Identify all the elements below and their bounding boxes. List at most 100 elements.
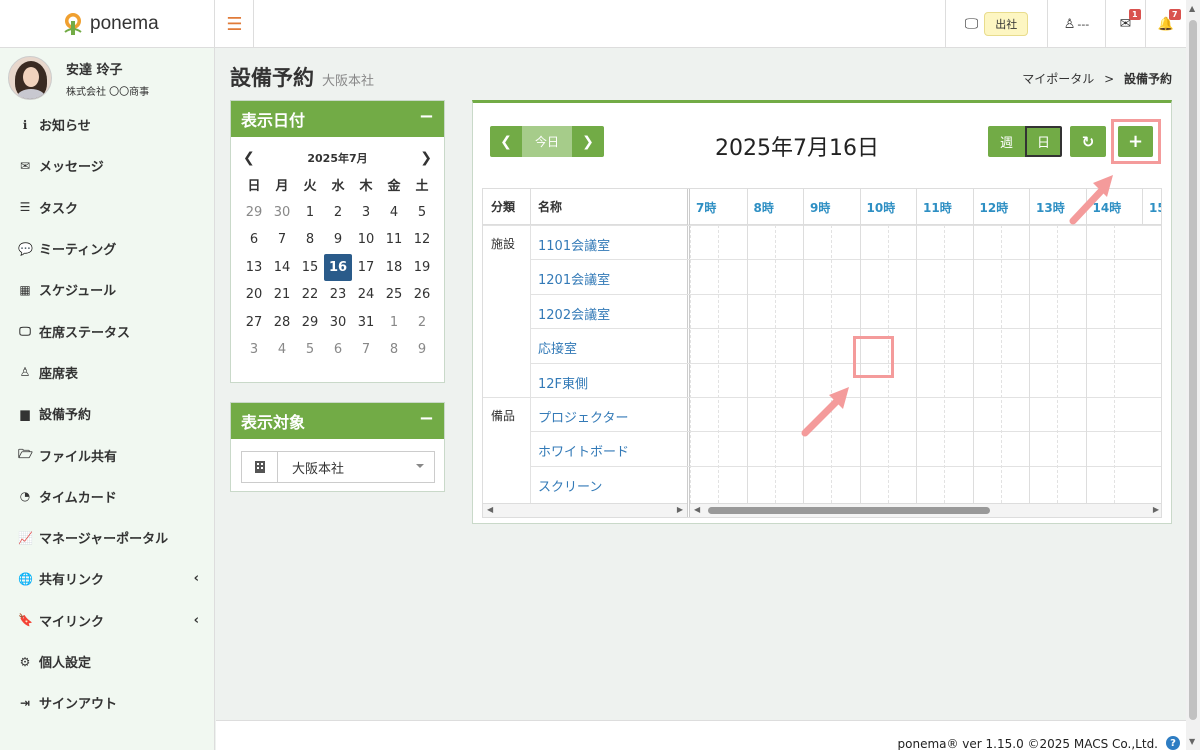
- today-button[interactable]: 今日: [522, 126, 572, 157]
- calendar-day[interactable]: 25: [380, 281, 408, 309]
- chevron-right-icon[interactable]: ❯: [420, 150, 432, 166]
- help-icon[interactable]: ?: [1166, 736, 1180, 750]
- timeslot-highlight: [853, 336, 894, 378]
- sidebar-item-message[interactable]: ✉ メッセージ: [0, 145, 215, 186]
- facility-link[interactable]: スクリーン: [538, 476, 602, 495]
- location-select[interactable]: 大阪本社: [241, 451, 435, 483]
- calendar-day[interactable]: 1: [380, 309, 408, 337]
- calendar-day[interactable]: 30: [268, 199, 296, 227]
- calendar-day[interactable]: 15: [296, 254, 324, 282]
- sidebar-item-files[interactable]: 🗁 ファイル共有: [0, 434, 215, 475]
- day-view-button[interactable]: 日: [1025, 126, 1062, 157]
- facility-link[interactable]: プロジェクター: [538, 407, 628, 426]
- calendar-day[interactable]: 16: [324, 253, 352, 281]
- calendar-day[interactable]: 4: [268, 336, 296, 364]
- facility-link[interactable]: 1101会議室: [538, 235, 610, 254]
- seat-status[interactable]: ♙ ---: [1047, 0, 1105, 48]
- calendar-day[interactable]: 8: [296, 226, 324, 254]
- calendar-day[interactable]: 19: [408, 254, 436, 282]
- scrollbar-thumb[interactable]: [708, 507, 990, 514]
- calendar-day[interactable]: 2: [408, 309, 436, 337]
- calendar-day[interactable]: 21: [268, 281, 296, 309]
- calendar-day[interactable]: 6: [240, 226, 268, 254]
- calendar-day[interactable]: 22: [296, 281, 324, 309]
- calendar-day[interactable]: 14: [268, 254, 296, 282]
- calendar-day[interactable]: 3: [240, 336, 268, 364]
- menu-toggle-icon[interactable]: ☰: [216, 0, 254, 48]
- calendar-day[interactable]: 20: [240, 281, 268, 309]
- calendar-day[interactable]: 5: [296, 336, 324, 364]
- chevron-left-icon[interactable]: ❮: [243, 150, 255, 166]
- calendar-day[interactable]: 31: [352, 309, 380, 337]
- calendar-day[interactable]: 1: [296, 199, 324, 227]
- calendar-day[interactable]: 5: [408, 199, 436, 227]
- notification-button[interactable]: 🔔 7: [1145, 0, 1186, 48]
- facility-link[interactable]: 応接室: [538, 338, 577, 357]
- calendar-day[interactable]: 4: [380, 199, 408, 227]
- scrollbar-thumb[interactable]: [1189, 20, 1197, 720]
- calendar-day[interactable]: 2: [324, 199, 352, 227]
- sidebar-item-notice[interactable]: ℹ お知らせ: [0, 104, 215, 145]
- scroll-up-icon[interactable]: ▲: [1189, 4, 1195, 13]
- calendar-day[interactable]: 7: [268, 226, 296, 254]
- calendar-day[interactable]: 8: [380, 336, 408, 364]
- sidebar-item-manager[interactable]: 📈 マネージャーポータル: [0, 517, 215, 558]
- facility-link[interactable]: 1202会議室: [538, 304, 610, 323]
- calendar-day[interactable]: 7: [352, 336, 380, 364]
- sidebar-item-seating[interactable]: ♙ 座席表: [0, 352, 215, 393]
- facility-link[interactable]: 12F東側: [538, 373, 588, 392]
- calendar-day[interactable]: 26: [408, 281, 436, 309]
- calendar-day[interactable]: 30: [324, 309, 352, 337]
- chair-icon: ♙: [19, 365, 31, 380]
- chevron-left-icon: ‹: [193, 612, 199, 628]
- collapse-button[interactable]: −: [419, 106, 434, 127]
- scroll-down-icon[interactable]: ▼: [1189, 737, 1195, 746]
- scroll-left-icon[interactable]: ◀: [487, 505, 493, 514]
- calendar-day[interactable]: 3: [352, 199, 380, 227]
- user-profile[interactable]: 安達 玲子 株式会社 〇〇商事: [8, 56, 149, 100]
- calendar-day[interactable]: 12: [408, 226, 436, 254]
- calendar-day[interactable]: 13: [240, 254, 268, 282]
- attendance-status[interactable]: 🖵 出社: [945, 0, 1047, 48]
- sidebar-item-meeting[interactable]: 💬 ミーティング: [0, 228, 215, 269]
- calendar-day[interactable]: 11: [380, 226, 408, 254]
- calendar-day[interactable]: 29: [240, 199, 268, 227]
- sidebar-item-task[interactable]: ☰ タスク: [0, 187, 215, 228]
- calendar-day[interactable]: 24: [352, 281, 380, 309]
- collapse-button[interactable]: −: [419, 408, 434, 429]
- logo[interactable]: ponema: [0, 0, 215, 48]
- sidebar-item-settings[interactable]: ⚙ 個人設定: [0, 641, 215, 682]
- sidebar-item-shared-links[interactable]: 🌐 共有リンク ‹: [0, 558, 215, 599]
- facility-link[interactable]: 1201会議室: [538, 269, 610, 288]
- sidebar-item-facility[interactable]: ▆ 設備予約: [0, 393, 215, 434]
- prev-day-button[interactable]: ❮: [490, 126, 522, 157]
- calendar-day[interactable]: 9: [324, 226, 352, 254]
- footer-text: ponema® ver 1.15.0 ©2025 MACS Co.,Ltd.: [897, 737, 1159, 750]
- mail-button[interactable]: ✉ 1: [1105, 0, 1145, 48]
- breadcrumb-home[interactable]: マイポータル: [1022, 72, 1094, 86]
- left-horizontal-scrollbar[interactable]: ◀ ▶: [483, 503, 687, 517]
- calendar-day[interactable]: 27: [240, 309, 268, 337]
- calendar-day[interactable]: 18: [380, 254, 408, 282]
- scroll-right-icon[interactable]: ▶: [677, 505, 683, 514]
- vertical-scrollbar[interactable]: ▲ ▼: [1186, 0, 1200, 750]
- sidebar-item-presence[interactable]: 🖵 在席ステータス: [0, 310, 215, 351]
- sidebar-item-schedule[interactable]: ▦ スケジュール: [0, 269, 215, 310]
- calendar-day[interactable]: 28: [268, 309, 296, 337]
- calendar-day[interactable]: 9: [408, 336, 436, 364]
- right-horizontal-scrollbar[interactable]: ◀ ▶: [690, 503, 1161, 517]
- calendar-day[interactable]: 10: [352, 226, 380, 254]
- calendar-day[interactable]: 23: [324, 281, 352, 309]
- refresh-button[interactable]: ↻: [1070, 126, 1106, 157]
- facility-link[interactable]: ホワイトボード: [538, 441, 629, 460]
- week-view-button[interactable]: 週: [988, 126, 1025, 157]
- sidebar-item-my-links[interactable]: 🔖 マイリンク ‹: [0, 600, 215, 641]
- calendar-day[interactable]: 6: [324, 336, 352, 364]
- sidebar-item-signout[interactable]: ⇥ サインアウト: [0, 682, 215, 723]
- calendar-day[interactable]: 29: [296, 309, 324, 337]
- calendar-day[interactable]: 17: [352, 254, 380, 282]
- scroll-right-icon[interactable]: ▶: [1153, 505, 1159, 514]
- next-day-button[interactable]: ❯: [572, 126, 604, 157]
- sidebar-item-timecard[interactable]: ◔ タイムカード: [0, 476, 215, 517]
- scroll-left-icon[interactable]: ◀: [694, 505, 700, 514]
